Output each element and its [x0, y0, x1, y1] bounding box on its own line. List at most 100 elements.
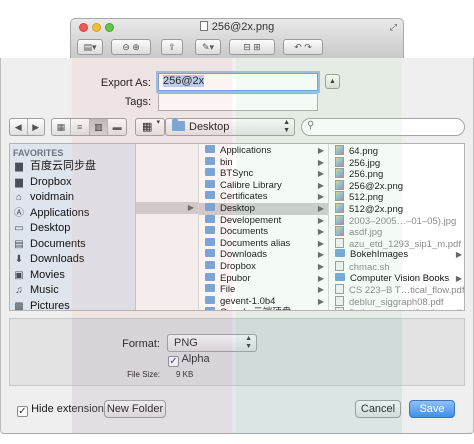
- chevron-right-icon: ▶: [455, 250, 462, 260]
- fullscreen-icon[interactable]: ⤢: [390, 22, 397, 33]
- sidebar-item-label: Dropbox: [30, 175, 72, 188]
- folder-row[interactable]: gevent-1.0b4 ▶: [199, 295, 328, 308]
- file-row[interactable]: 256.png: [329, 168, 464, 180]
- alpha-option[interactable]: ✓ Alpha: [168, 353, 210, 367]
- cancel-button[interactable]: Cancel: [355, 400, 401, 418]
- sidebar-item[interactable]: ▆ 百度云同步盘: [10, 159, 135, 175]
- folder-row[interactable]: Epubor ▶: [199, 272, 328, 285]
- list-view-icon[interactable]: ≡: [71, 119, 90, 135]
- folder-icon: [205, 145, 215, 153]
- file-row[interactable]: Computer Vision Books ▶: [329, 272, 464, 285]
- chevron-right-icon: ▶: [317, 215, 324, 225]
- sidebar-item-label: Pictures: [30, 299, 70, 311]
- location-popup[interactable]: Desktop ▲ ▼: [165, 118, 295, 136]
- folder-row[interactable]: Documents alias ▶: [199, 237, 328, 250]
- file-row[interactable]: deblur_siggraph08.pdf: [329, 295, 464, 308]
- sidebar-item[interactable]: ⌂ voidmain: [10, 190, 135, 206]
- folder-row[interactable]: Documents ▶: [199, 226, 328, 238]
- file-row[interactable]: 512@2x.png: [329, 202, 464, 215]
- folder-row-label: bin: [220, 156, 233, 168]
- image-file-icon: [335, 156, 344, 167]
- sidebar-item[interactable]: ⬇ Downloads: [10, 252, 135, 268]
- file-row[interactable]: 64.png: [329, 145, 464, 157]
- tags-field[interactable]: [158, 93, 318, 111]
- sidebar-item[interactable]: ▤ Documents: [10, 237, 135, 253]
- forward-arrow-icon[interactable]: ▶: [28, 119, 45, 135]
- file-row[interactable]: 256.jpg: [329, 156, 464, 169]
- folder-row-label: BTSync: [220, 168, 254, 180]
- file-row[interactable]: chmac.sh: [329, 260, 464, 273]
- sidebar-item[interactable]: ▩ Pictures: [10, 299, 135, 311]
- file-row[interactable]: CS 223–B T…tical_flow.pdf: [329, 284, 465, 297]
- folder-row-label: Applications: [220, 145, 272, 156]
- sidebar-item[interactable]: ▆ Dropbox: [10, 175, 135, 191]
- file-row[interactable]: asdf.jpg: [329, 226, 464, 238]
- home-icon: ⌂: [15, 192, 23, 203]
- sidebar-item[interactable]: ▭ Desktop: [10, 221, 135, 237]
- file-row[interactable]: 256@2x.png: [329, 179, 464, 192]
- folder-row-label: Developement: [220, 214, 282, 226]
- folder-row-label: Documents: [220, 226, 269, 238]
- format-label: Format:: [122, 338, 160, 350]
- sidebar-view-button[interactable]: ▤▾: [77, 39, 103, 55]
- file-row[interactable]: 512.png: [329, 191, 464, 203]
- folder-row[interactable]: Applications ▶: [199, 145, 328, 157]
- file-row[interactable]: 2003–2005…–01–05).jpg: [329, 214, 464, 227]
- hide-extension-option[interactable]: ✓ Hide extension: [17, 403, 104, 417]
- folder-row[interactable]: Desktop ▶: [199, 202, 328, 215]
- folder-row[interactable]: Certificates ▶: [199, 191, 328, 203]
- folder-row[interactable]: Calibre Library ▶: [199, 179, 328, 192]
- search-icon: ⚲: [307, 120, 315, 131]
- document-icon: [335, 260, 344, 271]
- location-text: Desktop: [189, 121, 230, 133]
- file-row[interactable]: azu_etd_1293_sip1_m.pdf: [329, 237, 464, 250]
- share-icon[interactable]: ⇪: [161, 39, 183, 55]
- folder-row[interactable]: Dropbox ▶: [199, 260, 328, 273]
- coverflow-view-icon[interactable]: ▬: [108, 119, 126, 135]
- file-row-label: 256@2x.png: [349, 180, 404, 192]
- alpha-checkbox[interactable]: ✓: [168, 356, 179, 367]
- folder-row[interactable]: File ▶: [199, 284, 328, 296]
- filename-text: 256@2x: [163, 75, 205, 87]
- file-row[interactable]: Defocus_magnification.pdf: [329, 307, 464, 310]
- document-icon: [335, 284, 344, 295]
- search-field[interactable]: ⚲: [301, 118, 465, 136]
- updown-chevron-icon: ▲ ▼: [283, 119, 290, 134]
- chevron-right-icon: ▶: [317, 203, 324, 213]
- image-file-icon: [335, 226, 344, 237]
- column-home-selected-row[interactable]: ▶: [136, 202, 198, 214]
- folder-row[interactable]: BTSync ▶: [199, 168, 328, 180]
- new-folder-button[interactable]: New Folder: [104, 400, 166, 418]
- icon-view-icon[interactable]: ▦: [52, 119, 71, 135]
- folder-icon: ▆: [15, 161, 23, 172]
- view-mode-buttons[interactable]: ▦ ≡ ▥ ▬: [51, 118, 127, 136]
- arrange-menu[interactable]: ▦ ▾: [135, 118, 165, 136]
- expand-dialog-button[interactable]: ▲: [325, 74, 340, 89]
- format-popup[interactable]: PNG ▲ ▼: [167, 334, 257, 352]
- sidebar-item[interactable]: ♫ Music: [10, 283, 135, 299]
- sidebar-item-label: 百度云同步盘: [30, 160, 96, 172]
- folder-icon: [205, 272, 215, 281]
- column-view-icon[interactable]: ▥: [89, 119, 109, 135]
- file-row-label: 512@2x.png: [349, 203, 404, 215]
- sidebar-item[interactable]: Ⓐ Applications: [10, 206, 135, 222]
- preview-window-titlebar: 256@2x.png ⤢ ▤▾ ⊖ ⊕ ⇪ ✎▾ ⊟ ⊞ ↶ ↷: [70, 18, 404, 58]
- back-forward-buttons[interactable]: ◀ ▶: [9, 118, 45, 136]
- folder-row[interactable]: Google 云端硬盘 ▶: [199, 307, 328, 310]
- file-row[interactable]: BokehImages ▶: [329, 249, 464, 261]
- format-value: PNG: [174, 337, 198, 349]
- chevron-right-icon: ▶: [317, 146, 324, 155]
- annotate-pen-icon[interactable]: ✎▾: [195, 39, 221, 55]
- sidebar-item[interactable]: ▣ Movies: [10, 268, 135, 284]
- folder-row[interactable]: bin ▶: [199, 156, 328, 169]
- back-arrow-icon[interactable]: ◀: [10, 119, 28, 135]
- rotate-buttons[interactable]: ↶ ↷: [283, 39, 323, 55]
- folder-row[interactable]: Downloads ▶: [199, 249, 328, 261]
- folder-row[interactable]: Developement ▶: [199, 214, 328, 227]
- zoom-buttons[interactable]: ⊖ ⊕: [111, 39, 151, 55]
- save-button[interactable]: Save: [409, 400, 455, 418]
- hide-extension-checkbox[interactable]: ✓: [17, 406, 28, 417]
- edit-toolbar-buttons[interactable]: ⊟ ⊞: [229, 39, 275, 55]
- file-row-label: CS 223–B T…tical_flow.pdf: [349, 285, 465, 297]
- filename-field[interactable]: 256@2x: [158, 73, 318, 91]
